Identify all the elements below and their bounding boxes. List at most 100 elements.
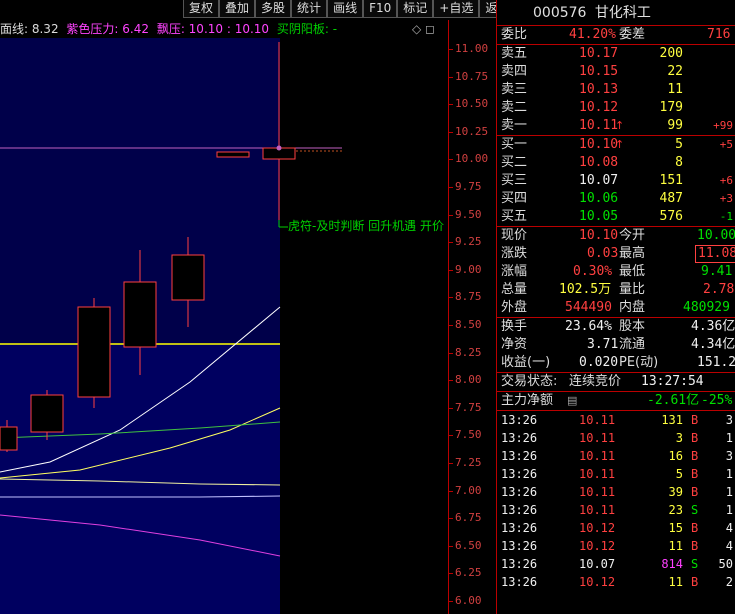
trade-time: 13:26 [501,467,538,481]
stock-title: 000576 甘化科工 [497,0,735,26]
kline-chart[interactable]: 面线: 8.32 紫色压力: 6.42 飘压: 10.10 : 10.10 买阴… [0,20,496,614]
level-volume: 576 [659,209,683,224]
trade-row[interactable]: 13:26 10.11 16 B 3 [497,447,735,465]
trade-time: 13:26 [501,485,538,499]
ask-level-row[interactable]: 卖一 10.11 ↑ 99 +99 [497,117,735,135]
price-tick-label: 7.75 [455,400,482,414]
level-volume: 99 [667,118,683,133]
level-volume: 5 [675,137,683,152]
overlay-button[interactable]: 叠加 [219,0,256,18]
price-tick-label: 6.75 [455,511,482,525]
price-open: 10.00 [697,228,735,243]
price-now: 10.10 [579,228,619,243]
trade-count: 4 [725,539,733,553]
quote-panel: 000576 甘化科工 委比 41.20% 委差 716 卖五 10.17 200 卖… [496,0,735,614]
trade-side: B [691,431,699,445]
level-price: 10.17 [579,46,619,61]
netflow-detail-icon[interactable]: ▤ [567,392,577,410]
trade-time: 13:26 [501,575,538,589]
statistics-button[interactable]: 统计 [291,0,328,18]
eps-value: 0.020 [579,355,619,370]
price-tick-label: 8.25 [455,345,482,359]
trade-side: B [691,485,699,499]
level-price: 10.06 [579,191,619,206]
indicator-bar: 面线: 8.32 紫色压力: 6.42 飘压: 10.10 : 10.10 买阴… [0,20,448,38]
trade-price: 10.11 [579,485,616,499]
status-time: 13:27:54 [641,374,704,389]
restore-rights-button[interactable]: 复权 [183,0,220,18]
indicator-settings-icon[interactable]: ◇ ◻ [412,20,448,38]
trade-time: 13:26 [501,521,538,535]
trade-row[interactable]: 13:26 10.11 131 B 3 [497,411,735,429]
draw-line-button[interactable]: 画线 [327,0,364,18]
total-volume: 102.5万 [559,282,612,297]
trade-count: 1 [725,431,733,445]
add-watchlist-button[interactable]: +自选 [433,0,480,18]
level-price: 10.08 [579,155,619,170]
up-arrow-icon: ↑ [615,138,625,151]
level-price: 10.07 [579,173,619,188]
level-label: 卖二 [501,100,528,115]
multi-stock-button[interactable]: 多股 [255,0,292,18]
indicator-ma-value: 面线: 8.32 [0,22,59,36]
ask-level-row[interactable]: 卖二 10.12 179 [497,99,735,117]
netflow-pct: -25% [701,393,733,408]
bid-level-row[interactable]: 买二 10.08 8 [497,154,735,172]
level-label: 买四 [501,191,528,206]
ask-levels: 卖五 10.17 200 卖四 10.15 22 卖三 10.13 11 卖二 10.12 179 卖一… [497,45,735,135]
trade-row[interactable]: 13:26 10.07 814 S 50 [497,555,735,573]
trade-volume: 11 [668,575,683,589]
trade-status: 连续竞价 [569,374,622,389]
ask-level-row[interactable]: 卖三 10.13 11 [497,81,735,99]
level-change: -1 [719,210,733,223]
bid-level-row[interactable]: 买一 10.10 ↑ 5 +5 [497,136,735,154]
level-price: 10.15 [579,64,619,79]
price-tick-label: 6.25 [455,566,482,580]
trade-row[interactable]: 13:26 10.12 11 B 2 [497,573,735,591]
indicator-purple-pressure: 紫色压力: 6.42 [66,22,149,36]
price-tick-label: 11.00 [455,42,489,55]
price-tick-label: 8.75 [455,290,482,304]
price-plot: 虎符-及时判断 回升机遇 开价 [0,38,444,614]
stock-name: 甘化科工 [594,5,651,21]
trade-row[interactable]: 13:26 10.11 39 B 1 [497,483,735,501]
trade-row[interactable]: 13:26 10.12 15 B 4 [497,519,735,537]
bid-level-row[interactable]: 买三 10.07 151 +6 [497,172,735,190]
level-label: 买一 [501,137,528,152]
price-high: 11.08 [695,245,735,263]
total-shares: 4.36亿 [691,319,735,334]
trade-price: 10.12 [579,539,616,553]
trade-side: S [691,557,699,571]
trade-volume: 15 [668,521,683,535]
trade-row[interactable]: 13:26 10.12 11 B 4 [497,537,735,555]
trade-volume: 16 [668,449,683,463]
trade-count: 2 [725,575,733,589]
ask-level-row[interactable]: 卖五 10.17 200 [497,45,735,63]
ask-level-row[interactable]: 卖四 10.15 22 [497,63,735,81]
price-tick-label: 9.00 [455,262,482,276]
trade-price: 10.11 [579,413,616,427]
trade-row[interactable]: 13:26 10.11 23 S 1 [497,501,735,519]
level-price: 10.11 [579,118,619,133]
level-label: 卖三 [501,82,528,97]
trade-count: 4 [725,521,733,535]
trade-count: 1 [725,467,733,481]
order-ratio-row: 委比 41.20% 委差 716 [501,27,731,42]
quote-row-chg: 涨跌 0.03 最高 11.08 [497,245,735,263]
chart-toolbar: 复权 叠加 多股 统计 画线 F10 标记 +自选 返回 [183,0,516,18]
f10-button[interactable]: F10 [363,0,398,18]
bid-level-row[interactable]: 买五 10.05 576 -1 [497,208,735,226]
trade-row[interactable]: 13:26 10.11 5 B 1 [497,465,735,483]
level-price: 10.05 [579,209,619,224]
turnover-rate: 23.64% [565,319,612,334]
price-tick-label: 10.00 [455,152,489,166]
price-tick-label: 8.50 [455,318,482,331]
mark-button[interactable]: 标记 [397,0,434,18]
quote-row-vol: 总量 102.5万 量比 2.78 [501,282,735,297]
trade-row[interactable]: 13:26 10.11 3 B 1 [497,429,735,447]
float-shares: 4.34亿 [691,337,735,352]
tick-trades-list[interactable]: 13:26 10.11 131 B 3 13:26 10.11 3 B 1 13:26 10.11 16… [497,411,735,591]
price-tick-label: 10.75 [455,69,489,83]
price-axis: 11.00 10.75 10.50 10.25 10.00 9.75 9.50 9.25 9.0… [448,20,496,614]
bid-level-row[interactable]: 买四 10.06 487 +3 [497,190,735,208]
